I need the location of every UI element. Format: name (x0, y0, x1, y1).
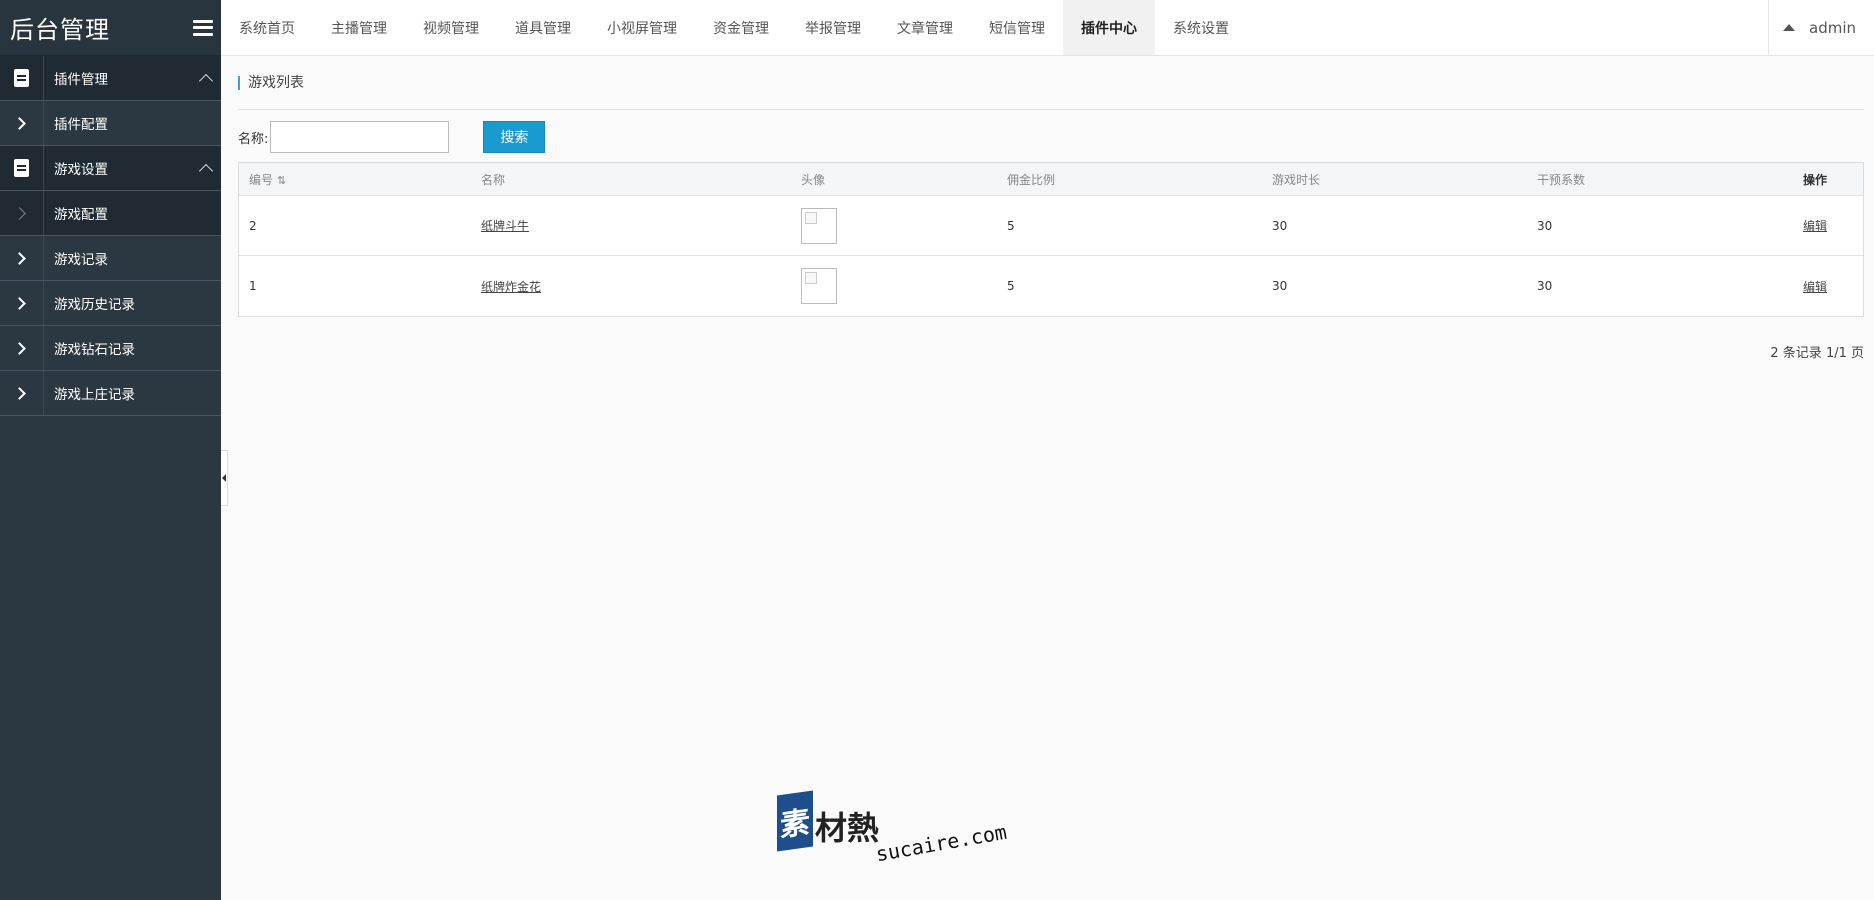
top-tab[interactable]: 主播管理 (313, 0, 405, 55)
cell-commission: 5 (1007, 218, 1015, 233)
pagination-info: 2 条记录 1/1 页 (1770, 346, 1864, 361)
top-tab[interactable]: 文章管理 (879, 0, 971, 55)
sidebar-item-label: 插件配置 (54, 117, 108, 133)
header-id[interactable]: 编号 ⇅ (239, 171, 471, 188)
cell-commission: 5 (1007, 279, 1015, 293)
app-title: 后台管理 (10, 16, 110, 44)
cell-id: 2 (249, 218, 257, 233)
chevron-right-icon (13, 386, 26, 400)
sidebar-item[interactable]: 游戏上庄记录 (0, 371, 221, 416)
document-icon (14, 69, 29, 87)
table-row: 1 纸牌炸金花 5 30 30 编辑 (239, 256, 1863, 316)
chevron-right-icon (13, 116, 26, 130)
cell-avatar (791, 207, 997, 244)
search-form: 名称: 搜索 (238, 121, 546, 153)
divider (238, 109, 1864, 110)
top-tab[interactable]: 道具管理 (497, 0, 589, 55)
header-commission: 佣金比例 (1007, 172, 1056, 187)
sidebar-icon-cell (0, 146, 44, 190)
game-name-link[interactable]: 纸牌斗牛 (481, 219, 529, 233)
document-icon (14, 159, 29, 177)
sidebar-collapse-handle[interactable] (221, 450, 228, 506)
main-content: 游戏列表 名称: 搜索 编号 ⇅ 名称 头像 佣金比例 游戏时长 干预系数 操作 … (228, 57, 1864, 900)
cell-action: 编辑 (1793, 217, 1863, 234)
sidebar-icon-cell (0, 236, 44, 280)
game-name-link[interactable]: 纸牌炸金花 (481, 280, 541, 294)
table-body: 2 纸牌斗牛 5 30 30 编辑 1 纸牌炸金花 5 30 30 编辑 (239, 196, 1863, 316)
broken-image-icon (801, 268, 837, 304)
top-tab[interactable]: 短信管理 (971, 0, 1063, 55)
header-name: 名称 (481, 172, 506, 187)
chevron-right-icon (13, 341, 26, 355)
top-tab[interactable]: 小视屏管理 (589, 0, 695, 55)
top-tab[interactable]: 举报管理 (787, 0, 879, 55)
cell-id: 1 (249, 279, 257, 293)
caret-up-icon (1783, 24, 1795, 31)
top-tab[interactable]: 视频管理 (405, 0, 497, 55)
header-duration: 游戏时长 (1272, 172, 1321, 187)
watermark-text: 材熱 (815, 809, 880, 847)
table-row: 2 纸牌斗牛 5 30 30 编辑 (239, 196, 1863, 256)
cell-coefficient: 30 (1537, 218, 1553, 233)
search-button[interactable]: 搜索 (483, 121, 546, 153)
sidebar-item[interactable]: 游戏配置 (0, 191, 221, 236)
sidebar-icon-cell (0, 371, 44, 415)
hamburger-menu-icon[interactable] (193, 19, 213, 36)
sidebar-icon-cell (0, 101, 44, 145)
sidebar-item[interactable]: 插件配置 (0, 101, 221, 146)
watermark-logo: 素 材熱 sucaire.com (777, 790, 1009, 866)
chevron-right-icon (13, 206, 26, 220)
sidebar-nav: 插件管理插件配置游戏设置游戏配置游戏记录游戏历史记录 游戏钻石记录 游戏上庄记录 (0, 56, 221, 416)
cell-avatar (791, 268, 997, 304)
cell-duration: 30 (1272, 279, 1288, 293)
top-tab[interactable]: 系统设置 (1155, 0, 1247, 55)
sidebar-item[interactable]: 游戏历史记录 (0, 281, 221, 326)
sidebar-item-label: 游戏记录 (54, 252, 108, 268)
sidebar-item-label: 插件管理 (54, 72, 108, 88)
game-table: 编号 ⇅ 名称 头像 佣金比例 游戏时长 干预系数 操作 2 纸牌斗牛 5 30 30 编辑… (238, 162, 1864, 317)
brand-bar: 后台管理 (0, 0, 221, 56)
sidebar: 后台管理 插件管理插件配置游戏设置游戏配置游戏记录游戏历史记录 游戏钻石记录 游戏上… (0, 0, 221, 900)
sidebar-icon-cell (0, 191, 44, 235)
sidebar-icon-cell (0, 281, 44, 325)
top-navbar: 系统首页 主播管理 视频管理 道具管理 小视屏管理 资金管理 举报管理 文章管理 短信管理 插件中… (221, 0, 1874, 56)
broken-image-icon (801, 207, 837, 244)
sidebar-item-label: 游戏配置 (54, 207, 108, 223)
header-id-label: 编号 (249, 172, 274, 187)
sidebar-item-label: 游戏钻石记录 (54, 342, 135, 358)
cell-action: 编辑 (1793, 278, 1863, 295)
cell-coefficient: 30 (1537, 279, 1553, 293)
user-menu[interactable]: admin (1768, 0, 1874, 55)
cell-name: 纸牌斗牛 (471, 217, 791, 234)
sidebar-item-label: 游戏设置 (54, 162, 108, 178)
table-header: 编号 ⇅ 名称 头像 佣金比例 游戏时长 干预系数 操作 (239, 163, 1863, 196)
sort-icon[interactable]: ⇅ (277, 174, 286, 187)
header-coefficient: 干预系数 (1537, 172, 1586, 187)
sidebar-item-label: 游戏历史记录 (54, 297, 135, 313)
sidebar-group[interactable]: 游戏设置 (0, 146, 221, 191)
top-tab[interactable]: 资金管理 (695, 0, 787, 55)
search-label: 名称: (238, 131, 269, 147)
edit-link[interactable]: 编辑 (1803, 219, 1827, 233)
sidebar-item-label: 游戏上庄记录 (54, 387, 135, 403)
section-title: 游戏列表 (238, 76, 304, 90)
sidebar-icon-cell (0, 326, 44, 370)
cell-duration: 30 (1272, 218, 1288, 233)
sidebar-icon-cell (0, 56, 44, 100)
chevron-right-icon (13, 296, 26, 310)
name-search-input[interactable] (270, 121, 450, 153)
edit-link[interactable]: 编辑 (1803, 280, 1827, 294)
top-tab[interactable]: 插件中心 (1063, 0, 1155, 55)
top-tabs: 系统首页 主播管理 视频管理 道具管理 小视屏管理 资金管理 举报管理 文章管理 短信管理 插件中… (221, 0, 1247, 55)
sidebar-group[interactable]: 插件管理 (0, 56, 221, 101)
chevron-right-icon (13, 251, 26, 265)
top-tab[interactable]: 系统首页 (221, 0, 313, 55)
cell-name: 纸牌炸金花 (471, 278, 791, 295)
watermark-block: 素 (777, 790, 813, 852)
username: admin (1809, 18, 1856, 37)
header-action: 操作 (1803, 172, 1828, 187)
sidebar-item[interactable]: 游戏记录 (0, 236, 221, 281)
sidebar-item[interactable]: 游戏钻石记录 (0, 326, 221, 371)
header-avatar: 头像 (801, 172, 826, 187)
